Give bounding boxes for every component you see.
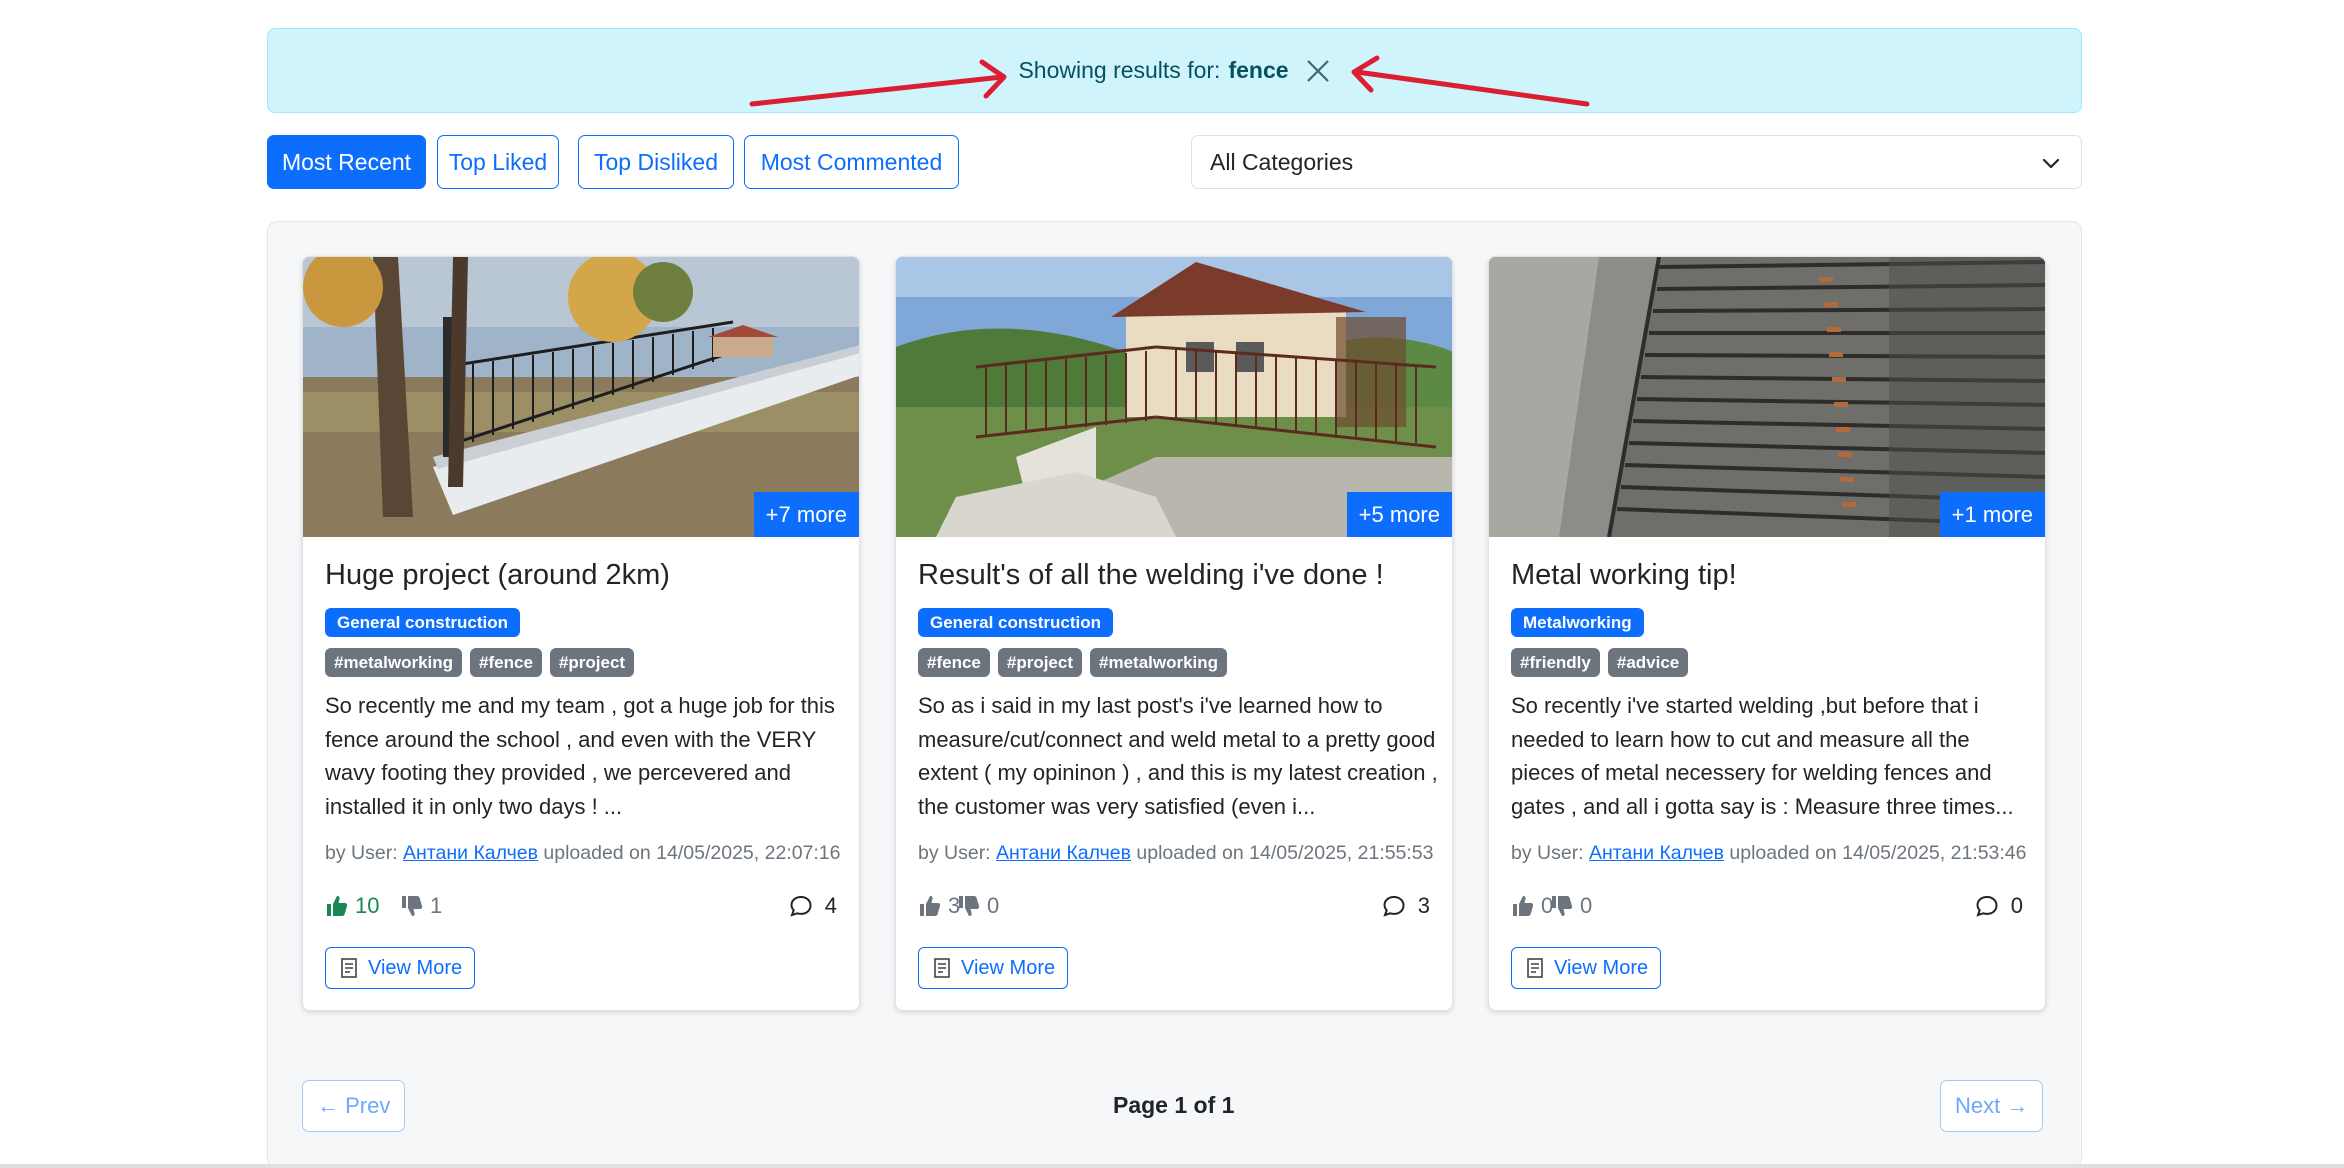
comment-icon bbox=[1975, 894, 1999, 918]
tag-badge: #fence bbox=[470, 648, 542, 677]
thumbs-up-icon bbox=[325, 894, 349, 918]
sort-top-disliked-button[interactable]: Top Disliked bbox=[578, 135, 734, 189]
tag-badge: #project bbox=[549, 648, 635, 677]
comment-count: 3 bbox=[1417, 893, 1430, 918]
author-link[interactable]: Антани Калчев bbox=[403, 842, 538, 864]
post-description: So recently me and my team , got a huge … bbox=[325, 693, 835, 819]
document-icon bbox=[338, 957, 360, 979]
post-byline: by User: Антани Калчев uploaded on 14/05… bbox=[325, 842, 841, 865]
more-images-badge[interactable]: +5 more bbox=[1346, 492, 1452, 537]
comments-count[interactable]: 4 bbox=[789, 893, 837, 919]
dislike-button[interactable]: 0 bbox=[1550, 893, 1592, 919]
author-link[interactable]: Антани Калчев bbox=[1589, 842, 1724, 864]
dislike-button[interactable]: 0 bbox=[957, 893, 999, 919]
like-button[interactable]: 3 bbox=[918, 893, 960, 919]
thumbs-down-icon bbox=[1550, 894, 1574, 918]
post-description: So recently i've started welding ,but be… bbox=[1511, 693, 2014, 819]
search-results-prefix: Showing results for: bbox=[1018, 57, 1221, 83]
byline-prefix: by User: bbox=[918, 842, 991, 864]
view-more-button[interactable]: View More bbox=[1511, 947, 1662, 989]
category-badge: General construction bbox=[918, 608, 1113, 637]
post-card: +1 more Metal working tip! Metalworking … bbox=[1488, 256, 2046, 1011]
tag-badge: #advice bbox=[1607, 648, 1689, 677]
category-select-value: All Categories bbox=[1210, 148, 1354, 175]
post-card: +5 more Result's of all the welding i've… bbox=[895, 256, 1453, 1011]
view-more-button[interactable]: View More bbox=[918, 947, 1069, 989]
comment-count: 0 bbox=[2010, 893, 2023, 918]
close-icon[interactable] bbox=[1305, 58, 1331, 84]
tag-list: #friendly #advice bbox=[1511, 648, 1689, 677]
category-badge: General construction bbox=[325, 608, 520, 637]
byline-prefix: by User: bbox=[1511, 842, 1584, 864]
thumbs-down-icon bbox=[957, 894, 981, 918]
author-link[interactable]: Антани Калчев bbox=[996, 842, 1131, 864]
tag-list: #fence #project #metalworking bbox=[918, 648, 1228, 677]
dislike-count: 0 bbox=[987, 893, 1000, 918]
prev-page-button[interactable]: ← Prev bbox=[302, 1080, 406, 1132]
bottom-divider bbox=[0, 1164, 2344, 1168]
page-indicator: Page 1 of 1 bbox=[1113, 1092, 1235, 1118]
post-byline: by User: Антани Калчев uploaded on 14/05… bbox=[1511, 842, 2027, 865]
tag-badge: #fence bbox=[918, 648, 990, 677]
thumbs-up-icon bbox=[918, 894, 942, 918]
post-description: So as i said in my last post's i've lear… bbox=[918, 693, 1438, 819]
tag-badge: #project bbox=[997, 648, 1083, 677]
dislike-count: 1 bbox=[430, 893, 443, 918]
tag-badge: #metalworking bbox=[1090, 648, 1228, 677]
chevron-down-icon bbox=[2041, 152, 2061, 172]
like-count: 10 bbox=[355, 893, 380, 918]
tag-badge: #metalworking bbox=[325, 648, 463, 677]
upload-date: uploaded on 14/05/2025, 22:07:16 bbox=[543, 842, 841, 864]
thumbs-up-icon bbox=[1511, 894, 1535, 918]
upload-date: uploaded on 14/05/2025, 21:53:46 bbox=[1729, 842, 2027, 864]
dislike-count: 0 bbox=[1580, 893, 1593, 918]
dislike-button[interactable]: 1 bbox=[400, 893, 442, 919]
post-card: +7 more Huge project (around 2km) Genera… bbox=[302, 256, 860, 1011]
comment-icon bbox=[1382, 894, 1406, 918]
comments-count[interactable]: 0 bbox=[1975, 893, 2023, 919]
byline-prefix: by User: bbox=[325, 842, 398, 864]
sort-most-commented-button[interactable]: Most Commented bbox=[744, 135, 959, 189]
view-more-button[interactable]: View More bbox=[325, 947, 476, 989]
category-badge: Metalworking bbox=[1511, 608, 1644, 637]
comment-icon bbox=[789, 894, 813, 918]
comments-count[interactable]: 3 bbox=[1382, 893, 1430, 919]
thumbs-down-icon bbox=[400, 894, 424, 918]
search-term: fence bbox=[1228, 57, 1289, 83]
post-title[interactable]: Result's of all the welding i've done ! bbox=[918, 559, 1384, 592]
post-byline: by User: Антани Калчев uploaded on 14/05… bbox=[918, 842, 1434, 865]
more-images-badge[interactable]: +7 more bbox=[753, 492, 859, 537]
upload-date: uploaded on 14/05/2025, 21:55:53 bbox=[1136, 842, 1434, 864]
like-button[interactable]: 0 bbox=[1511, 893, 1553, 919]
tag-badge: #friendly bbox=[1511, 648, 1600, 677]
post-title[interactable]: Metal working tip! bbox=[1511, 559, 1737, 592]
comment-count: 4 bbox=[824, 893, 837, 918]
next-page-button[interactable]: Next → bbox=[1940, 1080, 2044, 1132]
view-more-label: View More bbox=[1554, 956, 1649, 979]
more-images-badge[interactable]: +1 more bbox=[1939, 492, 2045, 537]
tag-list: #metalworking #fence #project bbox=[325, 648, 635, 677]
like-button[interactable]: 10 bbox=[325, 893, 379, 919]
category-select[interactable]: All Categories bbox=[1191, 135, 2082, 189]
document-icon bbox=[931, 957, 953, 979]
post-title[interactable]: Huge project (around 2km) bbox=[325, 559, 670, 592]
document-icon bbox=[1524, 957, 1546, 979]
view-more-label: View More bbox=[961, 956, 1056, 979]
sort-most-recent-button[interactable]: Most Recent bbox=[267, 135, 426, 189]
sort-top-liked-button[interactable]: Top Liked bbox=[437, 135, 559, 189]
view-more-label: View More bbox=[368, 956, 463, 979]
search-results-alert: Showing results for: fence bbox=[267, 28, 2082, 113]
